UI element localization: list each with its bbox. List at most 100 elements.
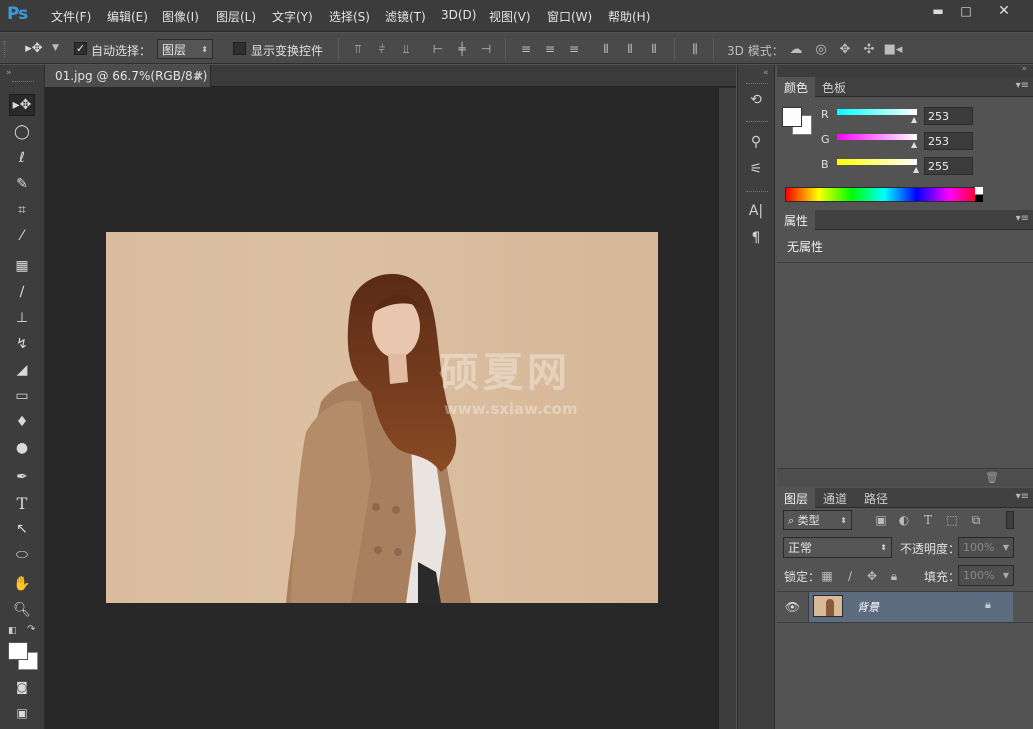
lasso-tool-icon[interactable]: ℓ	[9, 147, 35, 169]
filter-shape-icon[interactable]: ⬚	[945, 513, 959, 527]
menu-layer[interactable]: 图层(L)	[216, 8, 256, 25]
auto-select-dropdown[interactable]: 图层 ⬍	[157, 39, 213, 59]
marquee-tool-icon[interactable]: ◯	[9, 121, 35, 143]
close-tab-icon[interactable]: ×	[194, 69, 204, 83]
color-fg-swatch[interactable]	[782, 107, 802, 127]
align-vcenter-icon[interactable]: ⫩	[375, 42, 389, 56]
align-right-icon[interactable]: ⊣	[479, 42, 493, 56]
panel-menu-icon[interactable]: ▾≡	[1016, 491, 1029, 502]
ellipse-tool-icon[interactable]: ⬭	[9, 544, 35, 566]
swap-colors-icon[interactable]: ↷	[27, 624, 35, 635]
filter-adjustment-icon[interactable]: ◐	[897, 513, 911, 527]
eraser-tool-icon[interactable]: ◢	[9, 359, 35, 381]
fill-input[interactable]: 100% ▼	[958, 565, 1014, 586]
distribute-left-icon[interactable]: ⦀	[599, 42, 613, 56]
menu-help[interactable]: 帮助(H)	[608, 8, 650, 25]
pen-tool-icon[interactable]: ✒	[9, 466, 35, 488]
3d-slide-icon[interactable]: ✣	[862, 42, 876, 57]
3d-pan-icon[interactable]: ✥	[838, 42, 852, 57]
collapse-icon[interactable]: »	[1021, 64, 1027, 74]
vertical-scrollbar[interactable]	[719, 88, 736, 729]
move-tool-icon[interactable]: ▸✥	[9, 94, 35, 116]
hand-tool-icon[interactable]: ✋	[9, 573, 35, 595]
auto-select-checkbox[interactable]: ✓	[74, 42, 87, 55]
g-slider-thumb[interactable]: ▲	[911, 140, 917, 149]
close-window-button[interactable]: ✕	[985, 2, 1023, 20]
chevron-down-icon[interactable]: ▼	[52, 43, 59, 53]
tab-swatches[interactable]: 色板	[815, 77, 853, 97]
b-value-input[interactable]: 255	[924, 157, 973, 175]
3d-orbit-icon[interactable]: ☁	[789, 42, 803, 57]
lock-image-icon[interactable]: ∕	[843, 569, 857, 583]
filter-smart-object-icon[interactable]: ⧉	[969, 513, 983, 527]
collapse-icon[interactable]: «	[763, 68, 769, 78]
visibility-eye-icon[interactable]: 👁︎	[777, 592, 809, 622]
tab-channels[interactable]: 通道	[816, 488, 854, 508]
filter-type-icon[interactable]: T	[921, 513, 935, 527]
3d-scale-icon[interactable]: ■◂	[884, 42, 903, 57]
3d-roll-icon[interactable]: ◎	[814, 42, 828, 57]
foreground-color-swatch[interactable]	[8, 642, 28, 660]
r-slider[interactable]	[837, 109, 917, 115]
menu-3d[interactable]: 3D(D)	[441, 8, 476, 22]
distribute-top-icon[interactable]: ≡	[519, 42, 533, 56]
lock-all-icon[interactable]: 🔒︎	[887, 569, 901, 583]
path-select-tool-icon[interactable]: ↖	[9, 518, 35, 540]
history-panel-icon[interactable]: ⟲	[749, 92, 763, 108]
distribute-bottom-icon[interactable]: ≡	[567, 42, 581, 56]
lock-position-icon[interactable]: ✥	[865, 569, 879, 583]
menu-select[interactable]: 选择(S)	[329, 8, 370, 25]
minimize-button[interactable]: ▬	[925, 2, 951, 20]
auto-align-icon[interactable]: ⫼	[688, 42, 702, 56]
default-colors-icon[interactable]: ◧	[8, 626, 17, 636]
paragraph-panel-icon[interactable]: ¶	[749, 230, 763, 246]
g-value-input[interactable]: 253	[924, 132, 973, 150]
panel-menu-icon[interactable]: ▾≡	[1016, 80, 1029, 91]
trash-icon[interactable]: 🗑︎	[985, 471, 999, 484]
layer-row[interactable]: 背景 🔒︎	[809, 592, 1013, 622]
layer-filter-dropdown[interactable]: ⌕ 类型 ⬍	[783, 510, 852, 530]
menu-type[interactable]: 文字(Y)	[272, 8, 313, 25]
show-transform-checkbox[interactable]	[233, 42, 246, 55]
gradient-tool-icon[interactable]: ▭	[9, 385, 35, 407]
tab-paths[interactable]: 路径	[857, 488, 895, 508]
brush-presets-icon[interactable]: ⚲	[749, 134, 763, 150]
quick-mask-icon[interactable]: ◙	[9, 676, 35, 698]
filter-toggle[interactable]	[1006, 511, 1014, 529]
history-brush-tool-icon[interactable]: ↯	[9, 333, 35, 355]
panel-menu-icon[interactable]: ▾≡	[1016, 213, 1029, 224]
filter-pixel-icon[interactable]: ▣	[874, 513, 888, 527]
menu-image[interactable]: 图像(I)	[162, 8, 199, 25]
bw-swatch[interactable]	[975, 187, 983, 202]
zoom-tool-icon[interactable]: 🔍︎	[9, 599, 35, 621]
move-tool-preset-icon[interactable]: ▸✥	[23, 41, 45, 56]
eyedropper-tool-icon[interactable]: ⁄	[9, 225, 35, 247]
quick-select-tool-icon[interactable]: ✎	[9, 173, 35, 195]
collapse-icon[interactable]: »	[6, 68, 12, 78]
menu-filter[interactable]: 滤镜(T)	[385, 8, 426, 25]
crop-tool-icon[interactable]: ⌗	[9, 199, 35, 221]
opacity-input[interactable]: 100% ▼	[958, 537, 1014, 558]
tab-layers[interactable]: 图层	[777, 488, 816, 508]
screen-mode-icon[interactable]: ▣	[9, 702, 35, 724]
color-spectrum-bar[interactable]	[785, 187, 983, 202]
healing-brush-tool-icon[interactable]: ▦	[9, 255, 35, 277]
tab-properties[interactable]: 属性	[777, 210, 816, 230]
restore-button[interactable]: □	[953, 2, 979, 20]
adjustments-icon[interactable]: ⚟	[749, 161, 763, 177]
distribute-right-icon[interactable]: ⦀	[647, 42, 661, 56]
align-top-icon[interactable]: ⫪	[351, 42, 365, 56]
lock-transparent-icon[interactable]: ▦	[820, 569, 834, 583]
blur-tool-icon[interactable]: ♦	[9, 411, 35, 433]
document-tab[interactable]: 01.jpg @ 66.7%(RGB/8#) ×	[45, 65, 211, 87]
align-bottom-icon[interactable]: ⫫	[399, 42, 413, 56]
character-panel-icon[interactable]: A|	[749, 203, 763, 219]
align-left-icon[interactable]: ⊢	[431, 42, 445, 56]
brush-tool-icon[interactable]: ∕	[9, 281, 35, 303]
b-slider[interactable]	[837, 159, 917, 165]
dodge-tool-icon[interactable]: ●	[9, 437, 35, 459]
layer-name[interactable]: 背景	[857, 599, 879, 615]
menu-edit[interactable]: 编辑(E)	[107, 8, 148, 25]
distribute-hcenter-icon[interactable]: ⦀	[623, 42, 637, 56]
g-slider[interactable]	[837, 134, 917, 140]
